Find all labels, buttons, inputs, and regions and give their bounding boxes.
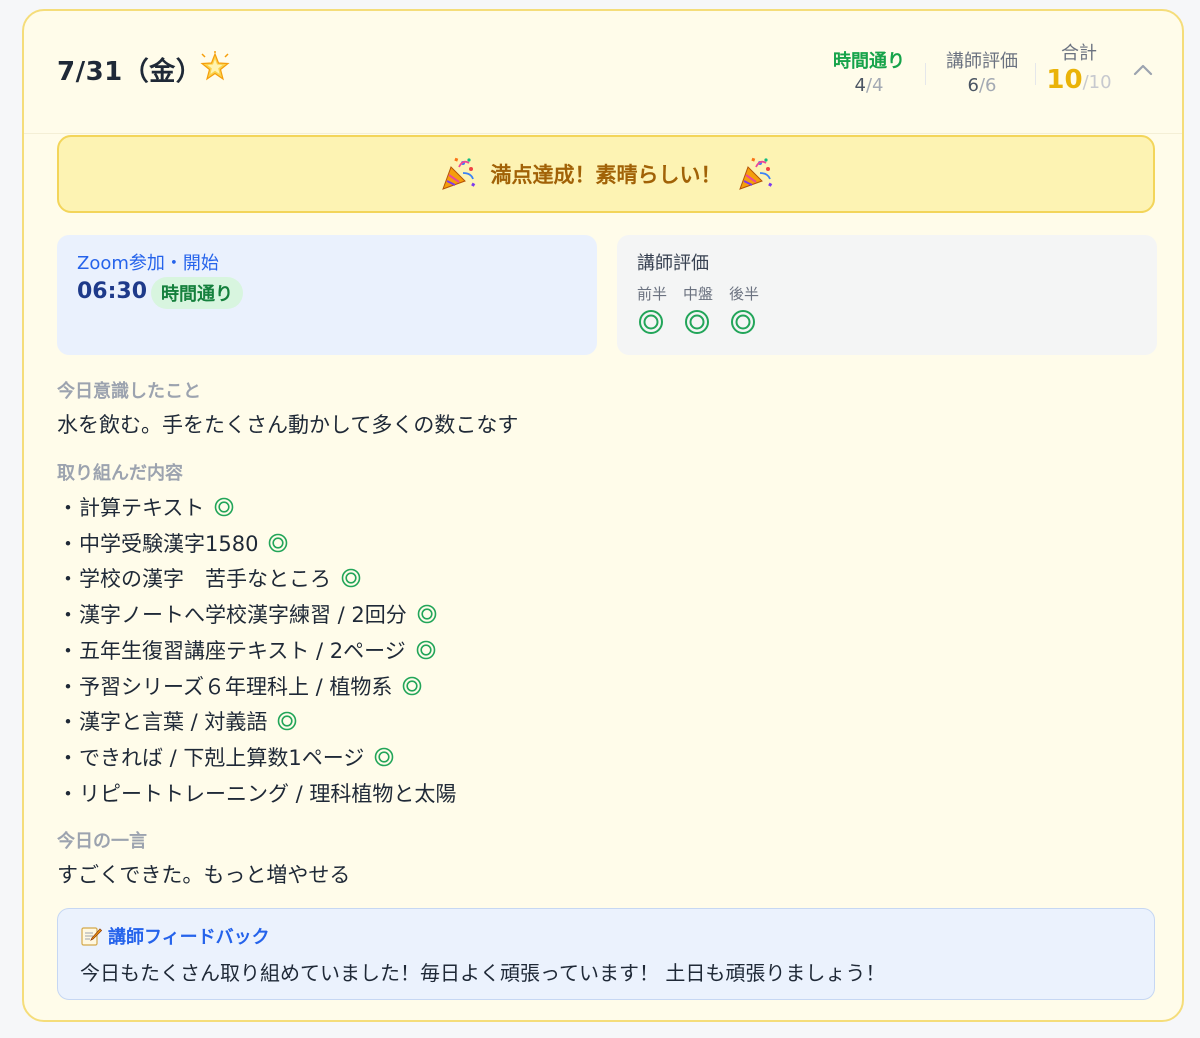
task-bullet: ・ [57, 495, 79, 520]
teacher-eval-title: 講師評価 [637, 253, 709, 274]
double-circle-icon [731, 310, 755, 334]
task-item: ・学校の漢字 苦手なところ [57, 561, 456, 597]
period-label-middle: 中盤 [683, 285, 714, 303]
score-teacher-eval: 講師評価 6/6 [932, 47, 1032, 96]
score-divider [925, 63, 926, 85]
task-text: 予習シリーズ６年理科上 / 植物系 [79, 674, 393, 699]
task-item: ・中学受験漢字1580 [57, 525, 456, 561]
task-item: ・リピートトレーニング / 理科植物と太陽 [57, 775, 457, 811]
score-teacher-eval-value: 6/6 [967, 75, 997, 96]
comment-label: 今日の一言 [57, 831, 147, 852]
daily-report-card: 7/31（金） 時間通り 4/4 講師評価 6/6 合計 10/10 満点達成！… [22, 9, 1184, 1022]
memo-icon [81, 927, 102, 946]
score-on-time: 時間通り 4/4 [824, 47, 914, 96]
score-total-label: 合計 [1061, 43, 1097, 64]
task-bullet: ・ [57, 638, 79, 663]
perfect-score-banner: 満点達成！素晴らしい！ [57, 135, 1155, 213]
double-circle-icon [685, 310, 709, 334]
teacher-feedback-panel: 講師フィードバック 今日もたくさん取り組めていました！毎日よく頑張っています！ … [57, 908, 1155, 1000]
task-item: ・計算テキスト [57, 489, 456, 525]
task-text: 漢字ノートへ学校漢字練習 / 2回分 [79, 603, 407, 628]
party-popper-icon [441, 157, 475, 190]
double-circle-icon [215, 497, 234, 517]
score-total-value: 10/10 [1046, 65, 1112, 95]
task-text: 学校の漢字 苦手なところ [79, 567, 331, 592]
task-text: できれば / 下剋上算数1ページ [79, 746, 365, 771]
task-text: 中学受験漢字1580 [79, 531, 259, 556]
score-teacher-eval-label: 講師評価 [946, 51, 1018, 72]
feedback-text: 今日もたくさん取り組めていました！毎日よく頑張っています！ 土日も頑張りましょう… [80, 961, 886, 985]
task-item: ・五年生復習講座テキスト / 2ページ [57, 632, 456, 668]
double-circle-icon [417, 604, 437, 624]
focus-text: 水を飲む。手をたくさん動かして多くの数こなす [57, 413, 519, 437]
tasks-label: 取り組んだ内容 [57, 463, 183, 484]
task-item: ・できれば / 下剋上算数1ページ [57, 739, 456, 775]
double-circle-icon [269, 533, 288, 552]
comment-text: すごくできた。もっと増やせる [57, 863, 351, 887]
zoom-join-panel: Zoom参加・開始 06:30 時間通り [57, 235, 597, 355]
on-time-badge: 時間通り [151, 277, 243, 309]
score-on-time-label: 時間通り [833, 51, 905, 72]
double-circle-icon [375, 747, 394, 767]
double-circle-icon [416, 640, 436, 660]
task-list: ・計算テキスト・中学受験漢字1580 ・学校の漢字 苦手なところ・漢字ノートへ学校… [57, 489, 457, 811]
task-item: ・漢字と言葉 / 対義語 [57, 704, 456, 740]
task-bullet: ・ [57, 674, 79, 699]
focus-label: 今日意識したこと [57, 381, 201, 402]
task-item: ・予習シリーズ６年理科上 / 植物系 [57, 668, 456, 704]
period-label-first: 前半 [637, 285, 668, 303]
report-date: 7/31（金） [57, 57, 203, 87]
party-popper-icon [738, 157, 772, 190]
teacher-eval-panel: 講師評価 前半 中盤 後半 [617, 235, 1157, 355]
task-item: ・漢字ノートへ学校漢字練習 / 2回分 [57, 596, 456, 632]
zoom-title: Zoom参加・開始 [77, 253, 219, 274]
glowing-star-icon [200, 51, 230, 81]
task-text: リピートトレーニング / 理科植物と太陽 [79, 781, 457, 806]
task-bullet: ・ [57, 710, 79, 735]
period-marks [637, 307, 775, 337]
double-circle-icon [341, 569, 361, 588]
banner-text: 満点達成！素晴らしい！ [490, 163, 722, 187]
card-header[interactable]: 7/31（金） 時間通り 4/4 講師評価 6/6 合計 10/10 [24, 11, 1182, 134]
period-label-last: 後半 [729, 285, 760, 303]
score-divider [1035, 63, 1036, 85]
task-text: 五年生復習講座テキスト / 2ページ [79, 638, 406, 663]
task-text: 計算テキスト [79, 495, 205, 520]
period-labels: 前半 中盤 後半 [637, 283, 775, 304]
task-bullet: ・ [57, 603, 79, 628]
task-bullet: ・ [57, 531, 79, 556]
chevron-up-icon[interactable] [1132, 61, 1154, 77]
task-bullet: ・ [57, 746, 79, 771]
double-circle-icon [403, 676, 422, 695]
score-total: 合計 10/10 [1044, 39, 1114, 95]
task-text: 漢字と言葉 / 対義語 [79, 710, 268, 735]
task-bullet: ・ [57, 567, 79, 592]
double-circle-icon [278, 712, 297, 731]
double-circle-icon [639, 310, 663, 334]
feedback-title: 講師フィードバック [108, 927, 270, 948]
task-bullet: ・ [57, 781, 79, 806]
zoom-start-time: 06:30 [77, 279, 148, 304]
score-on-time-value: 4/4 [854, 75, 884, 96]
